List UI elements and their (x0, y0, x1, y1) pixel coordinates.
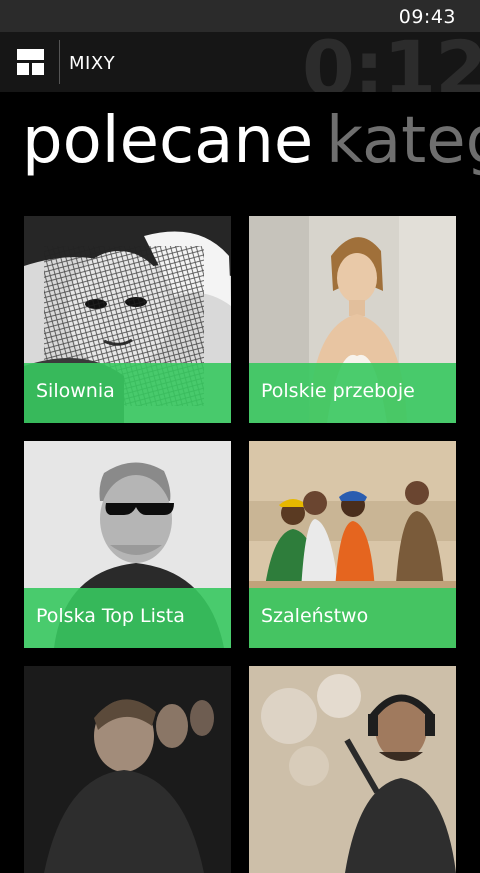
status-bar: 09:43 (0, 0, 480, 32)
status-time: 09:43 (398, 6, 456, 28)
tile-caption: Silownia (24, 363, 231, 423)
tile-caption: Polska Top Lista (24, 588, 231, 648)
tile-label: Silownia (36, 380, 115, 402)
tile-label: Szaleństwo (261, 605, 369, 627)
tile-row3-left[interactable] (24, 666, 231, 873)
tile-label: Polska Top Lista (36, 605, 185, 627)
tile-szalenstwo[interactable]: Szaleństwo (249, 441, 456, 648)
tile-caption: Szaleństwo (249, 588, 456, 648)
tile-row3-right[interactable] (249, 666, 456, 873)
tile-silownia[interactable]: Silownia (24, 216, 231, 423)
tile-photo-radio-host (249, 666, 456, 873)
tile-polskie-przeboje[interactable]: Polskie przeboje (249, 216, 456, 423)
tile-polska-top-lista[interactable]: Polska Top Lista (24, 441, 231, 648)
app-bar-divider (59, 40, 60, 84)
playback-timer: 0:12 (302, 32, 480, 92)
pivot-header: polecane kateg (0, 104, 480, 200)
app-title: MIXY (69, 53, 116, 74)
tile-photo-band (24, 666, 231, 873)
pivot-tab-kategorie[interactable]: kateg (326, 104, 480, 178)
tile-caption: Polskie przeboje (249, 363, 456, 423)
app-bar: MIXY 0:12 (0, 32, 480, 92)
pivot-tab-polecane[interactable]: polecane (22, 104, 313, 178)
app-logo-icon[interactable] (17, 49, 44, 75)
tile-label: Polskie przeboje (261, 380, 415, 402)
